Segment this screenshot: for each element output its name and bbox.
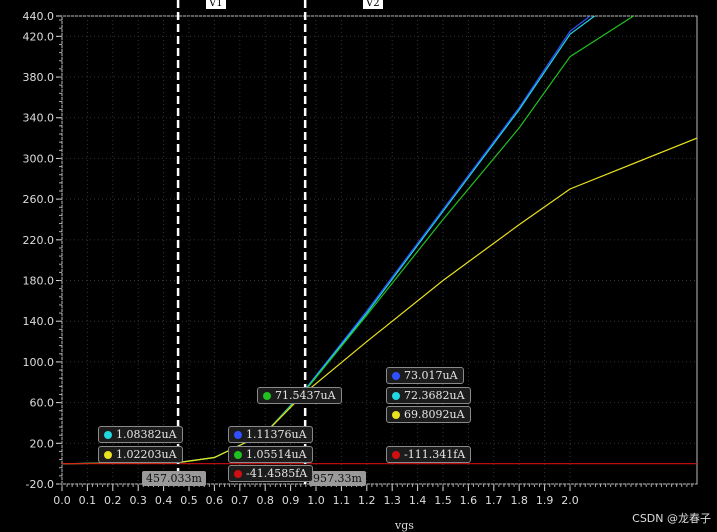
- annotation-v1-cyan: 1.08382uA: [98, 426, 183, 443]
- x-tick-label: 1.5: [434, 494, 452, 507]
- x-tick-label: 1.6: [460, 494, 478, 507]
- x-tick-label: 1.9: [536, 494, 554, 507]
- annotation-text: 1.11376uA: [246, 428, 307, 441]
- annotation-v1-blue: 1.11376uA: [228, 426, 313, 443]
- annotation-text: 1.02203uA: [116, 448, 177, 461]
- annotation-text: 72.3682uA: [404, 389, 465, 402]
- y-tick-label: 20.0: [30, 437, 55, 450]
- annotation-text: 69.8092uA: [404, 408, 465, 421]
- annotation-v2-red: -111.341fA: [386, 446, 472, 463]
- y-tick-label: 180.0: [23, 275, 55, 288]
- x-tick-label: 1.3: [383, 494, 401, 507]
- green-dot-icon: [263, 391, 271, 400]
- x-tick-label: 0.8: [256, 494, 274, 507]
- x-tick-label: 1.1: [333, 494, 351, 507]
- y-tick-label: 440.0: [23, 10, 55, 23]
- x-tick-label: 0.4: [155, 494, 173, 507]
- x-tick-label: 0.1: [79, 494, 97, 507]
- x-tick-label: 2.0: [561, 494, 579, 507]
- y-tick-label: 100.0: [23, 356, 55, 369]
- y-tick-label: -20.0: [26, 478, 54, 491]
- x-tick-label: 0.0: [53, 494, 71, 507]
- cyan-dot-icon: [104, 430, 112, 439]
- cyan-dot-icon: [392, 391, 400, 400]
- x-axis-label: vgs: [394, 519, 414, 532]
- x-tick-label: 0.5: [180, 494, 198, 507]
- y-tick-label: 260.0: [23, 193, 55, 206]
- annotation-v1-green: 1.05514uA: [228, 446, 313, 463]
- green-dot-icon: [234, 450, 242, 459]
- x-tick-label: 0.2: [104, 494, 122, 507]
- x-tick-label: 0.7: [231, 494, 249, 507]
- x-tick-label: 1.7: [485, 494, 503, 507]
- annotation-text: 1.05514uA: [246, 448, 307, 461]
- x-tick-label: 1.2: [358, 494, 376, 507]
- red-dot-icon: [392, 450, 400, 459]
- watermark: CSDN @龙春子: [632, 512, 711, 525]
- annotation-v2-blue: 73.017uA: [386, 367, 464, 384]
- annotation-text: -41.4585fA: [246, 467, 308, 480]
- annotation-v2-yellow: 69.8092uA: [386, 406, 471, 423]
- annotation-v2-green: 71.5437uA: [257, 387, 342, 404]
- blue-dot-icon: [234, 430, 242, 439]
- blue-dot-icon: [392, 371, 400, 380]
- v1-x-readout: 457.033m: [142, 471, 206, 486]
- x-tick-label: 0.6: [206, 494, 224, 507]
- y-tick-label: 380.0: [23, 71, 55, 84]
- red-dot-icon: [234, 469, 242, 478]
- y-tick-label: 340.0: [23, 112, 55, 125]
- annotation-text: 73.017uA: [404, 369, 458, 382]
- v2-x-readout: 957.33m: [309, 471, 366, 486]
- plot-area: [61, 15, 698, 485]
- annotation-text: 1.08382uA: [116, 428, 177, 441]
- marker-v1-label: V1: [206, 0, 226, 9]
- annotation-v1-yellow: 1.02203uA: [98, 446, 183, 463]
- x-tick-label: 1.8: [510, 494, 528, 507]
- x-tick-label: 1.4: [409, 494, 427, 507]
- y-tick-label: 220.0: [23, 234, 55, 247]
- y-tick-label: 60.0: [30, 397, 55, 410]
- y-tick-label: 300.0: [23, 152, 55, 165]
- annotation-v2-cyan: 72.3682uA: [386, 387, 471, 404]
- marker-v2-label: V2: [363, 0, 383, 9]
- annotation-text: 71.5437uA: [275, 389, 336, 402]
- y-tick-label: 140.0: [23, 315, 55, 328]
- x-tick-label: 1.0: [307, 494, 325, 507]
- annotation-v1-red: -41.4585fA: [228, 465, 314, 482]
- y-tick-label: 420.0: [23, 30, 55, 43]
- yellow-dot-icon: [392, 410, 400, 419]
- annotation-text: -111.341fA: [404, 448, 466, 461]
- x-tick-label: 0.9: [282, 494, 300, 507]
- yellow-dot-icon: [104, 450, 112, 459]
- x-tick-label: 0.3: [129, 494, 147, 507]
